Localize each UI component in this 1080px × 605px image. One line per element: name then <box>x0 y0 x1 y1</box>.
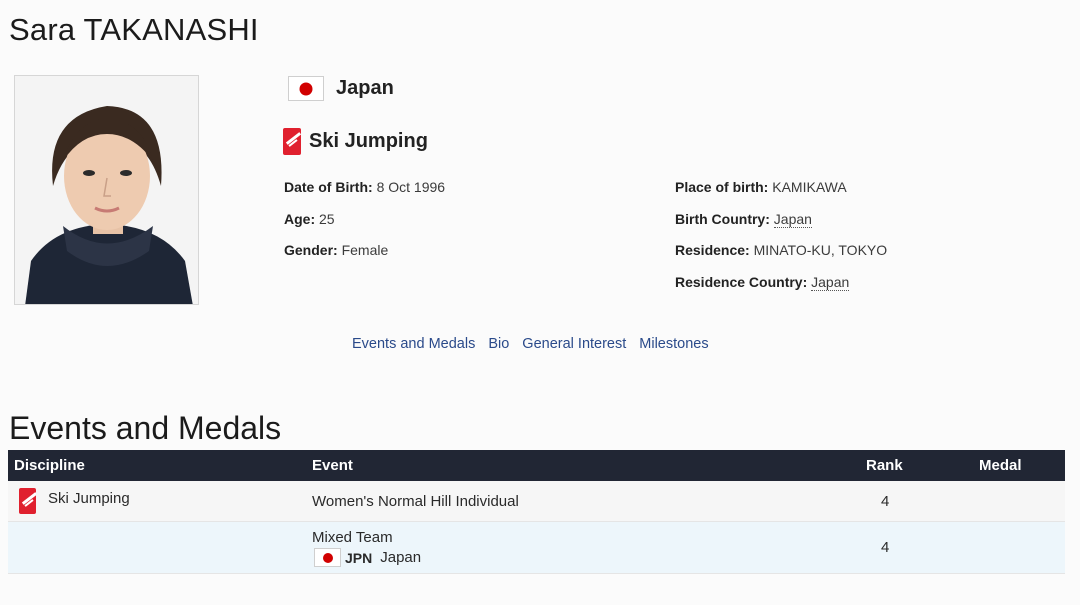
subnav-events-and-medals[interactable]: Events and Medals <box>352 336 475 352</box>
row-rank: 4 <box>881 493 890 510</box>
table-row: Mixed Team JPN Japan 4 <box>8 522 1065 574</box>
col-rank: Rank <box>866 457 903 474</box>
birth-country-label: Birth Country: <box>675 211 770 227</box>
team-country: Japan <box>380 549 422 566</box>
japan-flag-icon <box>314 548 341 567</box>
place-of-birth-value: KAMIKAWA <box>772 179 847 195</box>
row-rank: 4 <box>881 539 890 556</box>
athlete-name: Sara TAKANASHI <box>9 12 259 47</box>
col-discipline: Discipline <box>14 457 85 474</box>
subnav-milestones[interactable]: Milestones <box>639 336 708 352</box>
residence-country-label: Residence Country: <box>675 274 808 290</box>
residence-label: Residence: <box>675 242 750 258</box>
athlete-portrait-image <box>15 76 198 304</box>
row-event: Women's Normal Hill Individual <box>312 493 519 510</box>
dob-label: Date of Birth: <box>284 179 373 195</box>
row-discipline: Ski Jumping <box>48 490 130 507</box>
residence-country-value[interactable]: Japan <box>811 274 850 291</box>
subnav-bio[interactable]: Bio <box>488 336 509 352</box>
age-label: Age: <box>284 211 316 227</box>
row-event: Mixed Team <box>312 529 393 546</box>
team-code: JPN <box>345 549 373 566</box>
dob-value: 8 Oct 1996 <box>376 179 446 195</box>
residence: Residence: MINATO-KU, TOKYO <box>675 242 887 258</box>
col-event: Event <box>312 457 353 474</box>
col-medal: Medal <box>979 457 1022 474</box>
ski-jumping-icon <box>19 488 36 514</box>
place-of-birth-label: Place of birth: <box>675 179 769 195</box>
team-info: JPN Japan <box>314 548 421 567</box>
events-section-title: Events and Medals <box>9 410 282 446</box>
athlete-photo <box>14 75 199 305</box>
sport-row: Ski Jumping <box>283 128 428 155</box>
gender: Gender: Female <box>284 242 388 258</box>
residence-country: Residence Country: Japan <box>675 274 850 291</box>
place-of-birth: Place of birth: KAMIKAWA <box>675 179 847 195</box>
table-header: Discipline Event Rank Medal <box>8 450 1065 481</box>
gender-value: Female <box>341 242 389 258</box>
japan-flag-icon <box>288 76 324 101</box>
country-name: Japan <box>336 77 394 99</box>
sport-name: Ski Jumping <box>309 130 428 152</box>
residence-value: MINATO-KU, TOKYO <box>753 242 888 258</box>
country-row: Japan <box>288 76 394 101</box>
age-value: 25 <box>319 211 335 227</box>
birth-country-value[interactable]: Japan <box>773 211 812 228</box>
age: Age: 25 <box>284 211 335 227</box>
birth-country: Birth Country: Japan <box>675 211 812 228</box>
ski-jumping-icon <box>283 128 301 155</box>
profile-subnav: Events and Medals Bio General Interest M… <box>352 336 709 352</box>
gender-label: Gender: <box>284 242 338 258</box>
date-of-birth: Date of Birth: 8 Oct 1996 <box>284 179 445 195</box>
table-row: Ski Jumping Women's Normal Hill Individu… <box>8 481 1065 522</box>
events-table: Discipline Event Rank Medal Ski Jumping … <box>8 450 1065 574</box>
subnav-general-interest[interactable]: General Interest <box>522 336 626 352</box>
